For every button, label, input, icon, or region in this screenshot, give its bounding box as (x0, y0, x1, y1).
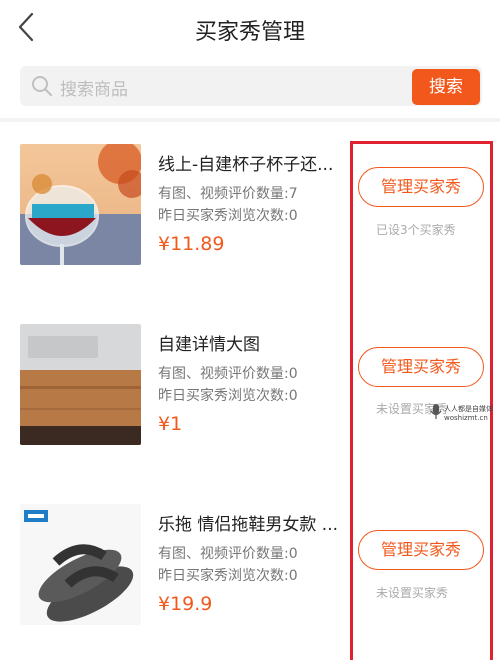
product-card: 乐拖 情侣拖鞋男女款 ... 有图、视频评价数量:0 昨日买家秀浏览次数:0 ¥… (0, 482, 500, 660)
product-card: 线上-自建杯子杯子还... 有图、视频评价数量:7 昨日买家秀浏览次数:0 ¥1… (0, 122, 500, 302)
views-count: 昨日买家秀浏览次数:0 (158, 388, 298, 404)
nav-bar: 买家秀管理 (0, 0, 500, 56)
review-count: 有图、视频评价数量:0 (158, 546, 298, 562)
review-count: 有图、视频评价数量:0 (158, 366, 298, 382)
product-price: ¥19.9 (158, 593, 213, 615)
views-count: 昨日买家秀浏览次数:0 (158, 208, 298, 224)
product-image-slippers[interactable] (20, 504, 141, 625)
product-image-wine-glass[interactable] (20, 144, 141, 265)
page-title: 买家秀管理 (194, 20, 305, 45)
microphone-icon (430, 404, 442, 419)
manage-buyer-show-button[interactable]: 管理买家秀 (358, 347, 484, 387)
search-placeholder: 搜索商品 (60, 80, 128, 100)
search-icon (32, 76, 53, 97)
watermark: 人人都是自媒体 woshizmt.cn (430, 402, 500, 426)
buyer-show-status: 未设置买家秀 (376, 586, 449, 600)
watermark-url: woshizmt.cn (444, 414, 488, 422)
buyer-show-status: 已设3个买家秀 (376, 223, 456, 237)
manage-buyer-show-button[interactable]: 管理买家秀 (358, 167, 484, 207)
product-name[interactable]: 线上-自建杯子杯子还... (158, 150, 333, 175)
product-name[interactable]: 自建详情大图 (158, 330, 260, 355)
product-name[interactable]: 乐拖 情侣拖鞋男女款 ... (158, 510, 338, 535)
product-image-desk[interactable] (20, 324, 141, 445)
product-price: ¥1 (158, 413, 183, 435)
manage-buyer-show-button[interactable]: 管理买家秀 (358, 530, 484, 570)
product-price: ¥11.89 (158, 233, 225, 255)
views-count: 昨日买家秀浏览次数:0 (158, 568, 298, 584)
review-count: 有图、视频评价数量:7 (158, 186, 298, 202)
search-button[interactable]: 搜索 (412, 69, 480, 105)
watermark-text: 人人都是自媒体 (444, 405, 493, 413)
product-card: 自建详情大图 有图、视频评价数量:0 昨日买家秀浏览次数:0 ¥1 管理买家秀 … (0, 302, 500, 482)
